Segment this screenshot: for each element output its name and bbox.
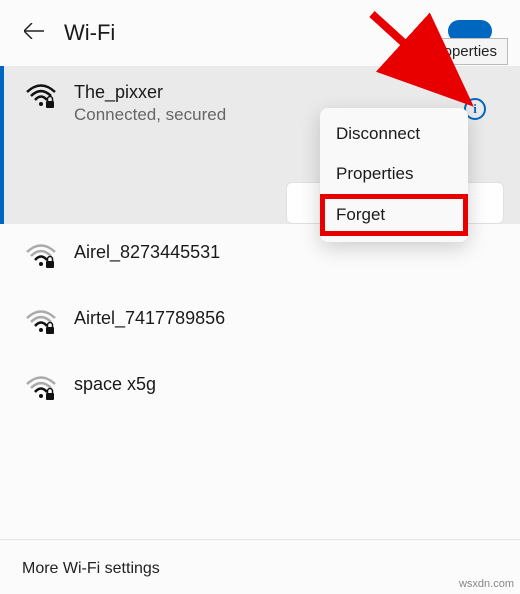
network-text: space x5g	[74, 374, 156, 395]
network-item[interactable]: Airtel_7417789856	[0, 290, 520, 356]
wifi-secured-icon	[26, 242, 56, 272]
wifi-secured-icon	[26, 374, 56, 404]
page-title: Wi-Fi	[64, 20, 410, 46]
network-status: Connected, secured	[74, 105, 226, 125]
network-context-menu: Disconnect Properties Forget	[320, 108, 468, 242]
network-item[interactable]: space x5g	[0, 356, 520, 422]
network-text: Airel_8273445531	[74, 242, 220, 263]
network-name: Airel_8273445531	[74, 242, 220, 263]
divider	[0, 539, 520, 540]
back-arrow-icon[interactable]	[24, 23, 44, 44]
menu-properties[interactable]: Properties	[320, 154, 468, 194]
wifi-secured-icon	[26, 82, 56, 112]
network-name: The_pixxer	[74, 82, 226, 103]
network-text: The_pixxer Connected, secured	[74, 82, 226, 125]
more-wifi-settings-link[interactable]: More Wi-Fi settings	[22, 560, 160, 578]
menu-disconnect[interactable]: Disconnect	[320, 114, 468, 154]
properties-tooltip: Properties	[418, 38, 508, 65]
watermark: wsxdn.com	[459, 578, 514, 590]
menu-forget[interactable]: Forget	[320, 194, 468, 236]
network-text: Airtel_7417789856	[74, 308, 225, 329]
network-name: Airtel_7417789856	[74, 308, 225, 329]
network-name: space x5g	[74, 374, 156, 395]
wifi-secured-icon	[26, 308, 56, 338]
